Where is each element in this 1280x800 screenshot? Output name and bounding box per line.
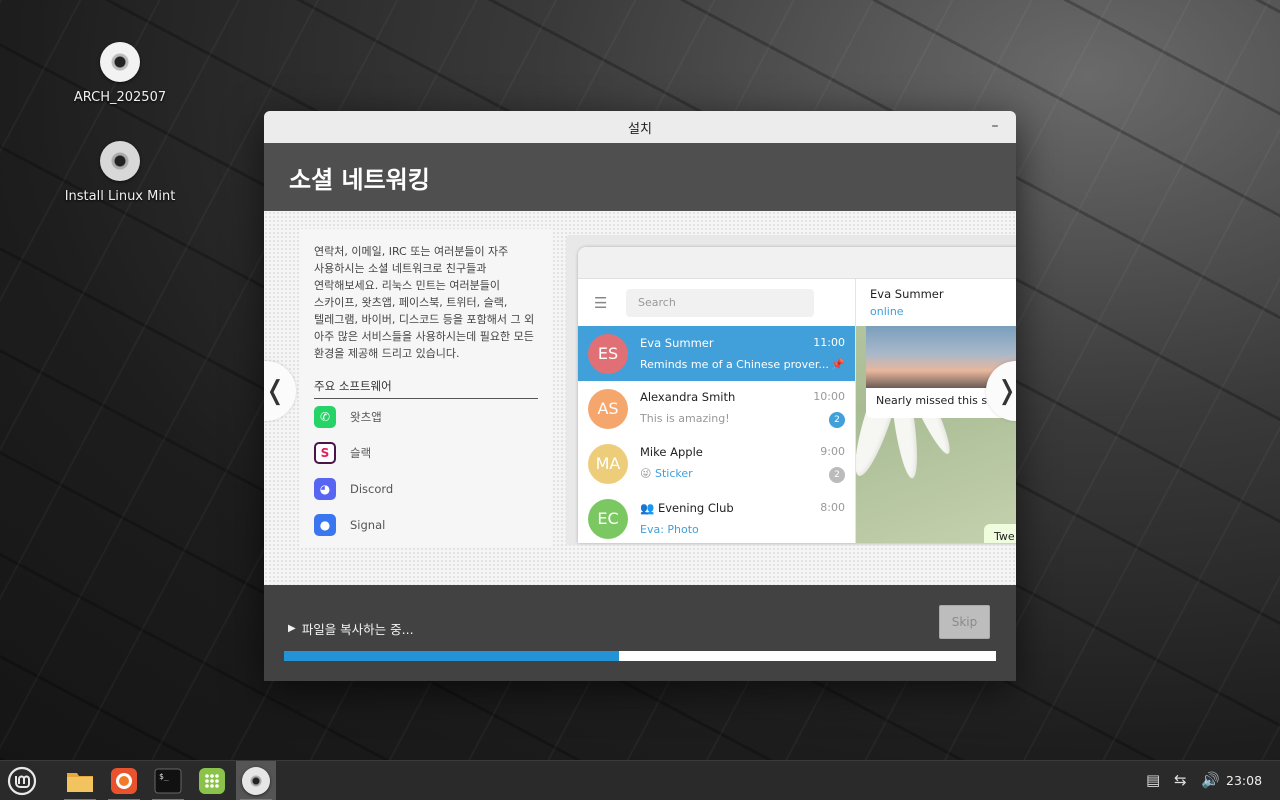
network-disconnected-icon[interactable]: ⇆: [1174, 771, 1187, 789]
chat-item: MA Mike Apple 9:00 😜 Sticker 2: [578, 436, 855, 491]
taskbar-firefox-button[interactable]: [104, 761, 144, 800]
installer-footer: ▶ 파일을 복사하는 중... Skip: [264, 585, 1016, 681]
taskbar-files-button[interactable]: [60, 761, 100, 800]
progress-fill: [284, 651, 619, 661]
sticker-emoji-icon: 😜: [640, 466, 652, 480]
window-titlebar[interactable]: 설치 –: [264, 111, 1016, 143]
folder-icon: [67, 773, 93, 792]
chat-time: 11:00: [813, 336, 845, 349]
linux-mint-logo-icon: [7, 766, 37, 796]
avatar: ES: [588, 333, 628, 374]
message-bubble: Twe: [984, 524, 1016, 543]
chat-header: Eva Summer online: [856, 279, 1016, 326]
group-icon: 👥: [640, 501, 655, 515]
chat-list-header: ☰ Search: [578, 279, 855, 326]
hamburger-menu-icon: ☰: [594, 293, 608, 312]
whatsapp-icon: ✆: [314, 406, 336, 428]
chat-pane: Eva Summer online Nearly missed this s T…: [855, 279, 1016, 543]
slide-text-panel: 연락처, 이메일, IRC 또는 여러분들이 자주 사용하시는 소셜 네트워크로…: [300, 229, 552, 547]
slide-header: 소셜 네트워킹: [264, 143, 1016, 211]
svg-text:$_: $_: [159, 772, 169, 781]
avatar: MA: [588, 443, 628, 484]
optical-disc-icon: [242, 767, 270, 795]
triangle-right-icon: ▶: [288, 623, 296, 634]
app-label: 왓츠앱: [350, 410, 382, 424]
software-heading: 주요 소프트웨어: [314, 378, 538, 399]
telegram-titlebar: [578, 247, 1016, 279]
chat-name: Alexandra Smith: [640, 389, 736, 404]
chat-preview: Reminds me of a Chinese prover...: [640, 358, 829, 371]
taskbar-terminal-button[interactable]: $_: [148, 761, 188, 800]
notes-icon[interactable]: ▤: [1146, 771, 1160, 789]
chat-preview: Sticker: [654, 466, 693, 480]
avatar: EC: [588, 498, 628, 539]
app-row-signal: ● Signal: [314, 507, 538, 543]
chat-preview: Eva: Photo: [640, 523, 699, 536]
chat-name: Evening Club: [657, 501, 734, 515]
chat-item: ES Eva Summer 11:00 Reminds me of a Chine…: [578, 326, 855, 381]
chat-name: Eva Summer: [640, 336, 714, 350]
discord-icon: ◕: [314, 478, 336, 500]
app-label: Discord: [350, 482, 394, 496]
app-row-discord: ◕ Discord: [314, 471, 538, 507]
chat-preview: This is amazing!: [640, 411, 730, 425]
chat-list: ☰ Search ES Eva Summer 11:00 Reminds me o…: [578, 279, 855, 543]
minimize-button[interactable]: –: [986, 117, 1004, 135]
avatar: AS: [588, 388, 628, 429]
app-label: Signal: [350, 518, 386, 532]
telegram-search: Search: [626, 288, 814, 317]
chat-item: EC 👥 Evening Club 8:00 Eva: Photo: [578, 491, 855, 543]
clock[interactable]: 23:08: [1226, 773, 1262, 788]
chat-name: Mike Apple: [640, 444, 703, 459]
chat-time: 8:00: [820, 501, 845, 514]
skip-button[interactable]: Skip: [939, 605, 990, 639]
chat-time: 9:00: [820, 444, 845, 458]
app-label: 슬랙: [350, 446, 372, 460]
terminal-icon: $_: [154, 768, 182, 794]
volume-icon[interactable]: 🔊: [1201, 771, 1220, 789]
signal-icon: ●: [314, 514, 336, 536]
previous-slide-button[interactable]: ❬: [264, 361, 296, 421]
status-expander[interactable]: ▶ 파일을 복사하는 중...: [288, 619, 414, 638]
app-grid-icon: [199, 768, 225, 794]
installer-window: 설치 – 소셜 네트워킹 연락처, 이메일, IRC 또는 여러분들이 자주 사…: [264, 111, 1016, 681]
telegram-window: ☰ Search ES Eva Summer 11:00 Reminds me o…: [578, 247, 1016, 543]
optical-disc-icon: [100, 42, 140, 82]
chat-item: AS Alexandra Smith 10:00 This is amazing!…: [578, 381, 855, 436]
unread-badge: 2: [829, 466, 845, 483]
chat-title: Eva Summer: [870, 287, 944, 301]
app-row-whatsapp: ✆ 왓츠앱: [314, 399, 538, 435]
taskbar-apps-button[interactable]: [192, 761, 232, 800]
optical-disc-icon: [100, 141, 140, 181]
desktop-icon-label: ARCH_202507: [73, 90, 167, 105]
desktop-icon-install-linux-mint[interactable]: Install Linux Mint: [60, 141, 180, 204]
firefox-icon: [111, 768, 137, 794]
chat-time: 10:00: [813, 389, 845, 403]
telegram-screenshot: ☰ Search ES Eva Summer 11:00 Reminds me o…: [566, 235, 1016, 545]
chat-status: online: [870, 305, 904, 318]
status-text: 파일을 복사하는 중...: [301, 622, 414, 637]
unread-badge: 2: [829, 411, 845, 428]
progress-bar: [284, 651, 996, 661]
app-row-slack: S 슬랙: [314, 435, 538, 471]
window-title: 설치: [628, 121, 652, 137]
slideshow: 연락처, 이메일, IRC 또는 여러분들이 자주 사용하시는 소셜 네트워크로…: [264, 211, 1016, 585]
desktop-icon-label: Install Linux Mint: [64, 189, 176, 204]
pin-icon: 📌: [831, 358, 845, 371]
mint-menu-button[interactable]: [2, 761, 42, 800]
slide-description: 연락처, 이메일, IRC 또는 여러분들이 자주 사용하시는 소셜 네트워크로…: [314, 245, 535, 360]
taskbar-installer-button[interactable]: [236, 761, 276, 800]
taskbar: $_ ▤ ⇆ 🔊 23:08: [0, 760, 1280, 800]
slack-icon: S: [314, 442, 336, 464]
desktop-icon-arch[interactable]: ARCH_202507: [60, 42, 180, 105]
slide-title: 소셜 네트워킹: [289, 165, 430, 194]
